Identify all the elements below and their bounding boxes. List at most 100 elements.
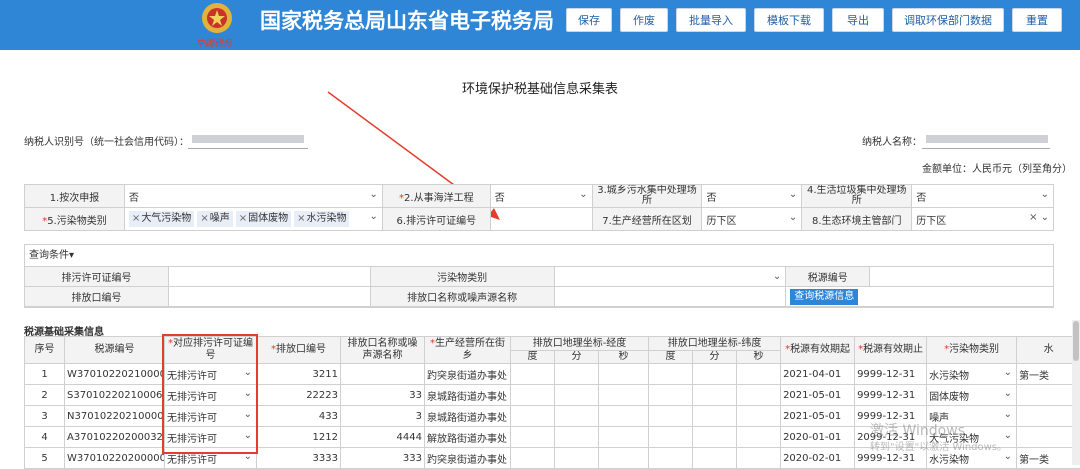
query-toggle[interactable]: 查询条件▾ (25, 245, 1053, 267)
save-button[interactable]: 保存 (566, 8, 612, 32)
fetch-env-data-button[interactable]: 调取环保部门数据 (892, 8, 1004, 32)
reset-button[interactable]: 重置 (1012, 8, 1062, 32)
per-filing-label: 1.按次申报 (25, 185, 125, 208)
chevron-down-icon: ⌄ (1004, 409, 1012, 420)
cell-outlet-name[interactable]: 33 (341, 385, 425, 406)
cell-source: W370102202100005 (65, 364, 165, 385)
remove-icon: × (132, 213, 140, 224)
taxpayer-id-masked (192, 135, 304, 143)
cell-street[interactable]: 趵突泉街道办事处 (425, 364, 511, 385)
cell-seq: 2 (25, 385, 65, 406)
col-water: 水 (1017, 337, 1080, 364)
query-permit-input[interactable] (168, 267, 370, 287)
cell-seq: 1 (25, 364, 65, 385)
cell-seq: 3 (25, 406, 65, 427)
batch-import-button[interactable]: 批量导入 (676, 8, 746, 32)
taxpayer-name-label: 纳税人名称： (862, 133, 922, 148)
chevron-down-icon: ⌄ (1041, 189, 1049, 200)
cell-pollutant-select[interactable]: 水污染物⌄ (927, 364, 1017, 385)
remove-icon: × (297, 213, 305, 224)
chevron-down-icon: ⌄ (1004, 367, 1012, 378)
cell-water[interactable] (1017, 427, 1080, 448)
vertical-scrollbar[interactable] (1072, 320, 1080, 465)
env-authority-label: 8.生态环境主管部门 (802, 208, 912, 231)
query-source-button[interactable]: 查询税源信息 (790, 289, 858, 305)
scrollbar-thumb[interactable] (1073, 321, 1079, 361)
col-outlet-name: 排放口名称或噪声源名称 (341, 337, 425, 364)
col-lat-min: 分 (693, 351, 737, 364)
remove-icon: × (200, 213, 208, 224)
chevron-down-icon: ⌄ (369, 189, 377, 200)
env-authority-select[interactable]: 历下区× ⌄ (912, 208, 1054, 231)
cell-outlet-name[interactable]: 333 (341, 448, 425, 469)
col-latitude: 排放口地理坐标-纬度 (649, 337, 781, 351)
query-source-input[interactable] (870, 267, 1054, 287)
cell-outlet[interactable]: 1212 (257, 427, 341, 448)
page-title: 环境保护税基础信息采集表 (0, 78, 1080, 97)
cell-outlet[interactable]: 3211 (257, 364, 341, 385)
cell-outlet[interactable]: 22223 (257, 385, 341, 406)
col-start: *税源有效期起 (781, 337, 855, 364)
banner-title: 国家税务总局山东省电子税务局 (260, 6, 566, 36)
cell-outlet-name[interactable]: 4444 (341, 427, 425, 448)
cell-outlet-name[interactable] (341, 364, 425, 385)
cell-source: W370102202000001 (65, 448, 165, 469)
cell-outlet-name[interactable]: 3 (341, 406, 425, 427)
query-outlet-name-input[interactable] (554, 287, 786, 307)
tax-emblem-icon (196, 0, 238, 40)
query-outlet-name-label: 排放口名称或噪声源名称 (370, 287, 554, 307)
query-pollutant-select[interactable]: ⌄ (554, 267, 786, 287)
cell-end[interactable]: 9999-12-31 (855, 364, 927, 385)
cell-seq: 4 (25, 427, 65, 448)
marine-project-select[interactable]: 否⌄ (490, 185, 592, 208)
col-seq: 序号 (25, 337, 65, 364)
chevron-down-icon: ⌄ (789, 212, 797, 223)
cell-outlet[interactable]: 433 (257, 406, 341, 427)
cell-pollutant-select[interactable]: 固体废物⌄ (927, 385, 1017, 406)
cell-street[interactable]: 泉城路街道办事处 (425, 385, 511, 406)
query-outlet-label: 排放口编号 (25, 287, 169, 307)
sewage-facility-select[interactable]: 否⌄ (702, 185, 802, 208)
pollutant-category-multiselect[interactable]: ×大气污染物×噪声×固体废物×水污染物 ⌄ (124, 208, 382, 231)
permit-number-input[interactable] (490, 208, 592, 231)
cell-end[interactable]: 9999-12-31 (855, 385, 927, 406)
cell-water[interactable]: 第一类 (1017, 448, 1080, 469)
cell-outlet[interactable]: 3333 (257, 448, 341, 469)
cell-start[interactable]: 2021-05-01 (781, 406, 855, 427)
district-select[interactable]: 历下区⌄ (702, 208, 802, 231)
col-source: 税源编号 (65, 337, 165, 364)
col-lon-min: 分 (555, 351, 599, 364)
sewage-facility-label: 3.城乡污水集中处理场所 (592, 185, 702, 208)
export-button[interactable]: 导出 (832, 8, 884, 32)
cell-start[interactable]: 2020-02-01 (781, 448, 855, 469)
cell-start[interactable]: 2020-01-01 (781, 427, 855, 448)
cell-water[interactable] (1017, 385, 1080, 406)
template-download-button[interactable]: 模板下载 (754, 8, 824, 32)
pollutant-tag[interactable]: ×噪声 (197, 211, 232, 227)
permit-column-highlight (162, 334, 258, 454)
col-lon-sec: 秒 (599, 351, 649, 364)
query-outlet-input[interactable] (168, 287, 370, 307)
chevron-down-icon: ⌄ (369, 211, 377, 222)
col-pollutant-type: *污染物类别 (927, 337, 1017, 364)
void-button[interactable]: 作废 (620, 8, 668, 32)
cell-start[interactable]: 2021-05-01 (781, 385, 855, 406)
chevron-down-icon: ⌄ (789, 189, 797, 200)
garbage-facility-label: 4.生活垃圾集中处理场所 (802, 185, 912, 208)
cell-water[interactable]: 第一类 (1017, 364, 1080, 385)
garbage-facility-select[interactable]: 否⌄ (912, 185, 1054, 208)
taxpayer-id-label: 纳税人识别号（统一社会信用代码）： (24, 133, 189, 148)
cell-water[interactable] (1017, 406, 1080, 427)
cell-seq: 5 (25, 448, 65, 469)
pollutant-tag[interactable]: ×水污染物 (294, 211, 349, 227)
cell-start[interactable]: 2021-04-01 (781, 364, 855, 385)
cell-street[interactable]: 趵突泉街道办事处 (425, 448, 511, 469)
pollutant-tag[interactable]: ×大气污染物 (129, 211, 194, 227)
query-pollutant-label: 污染物类别 (370, 267, 554, 287)
pollutant-tag[interactable]: ×固体废物 (236, 211, 291, 227)
query-table: 排污许可证编号 污染物类别 ⌄ 税源编号 排放口编号 排放口名称或噪声源名称 查… (24, 266, 1054, 307)
col-longitude: 排放口地理坐标-经度 (511, 337, 649, 351)
cell-street[interactable]: 解放路街道办事处 (425, 427, 511, 448)
per-filing-select[interactable]: 否⌄ (124, 185, 382, 208)
cell-street[interactable]: 泉城路街道办事处 (425, 406, 511, 427)
